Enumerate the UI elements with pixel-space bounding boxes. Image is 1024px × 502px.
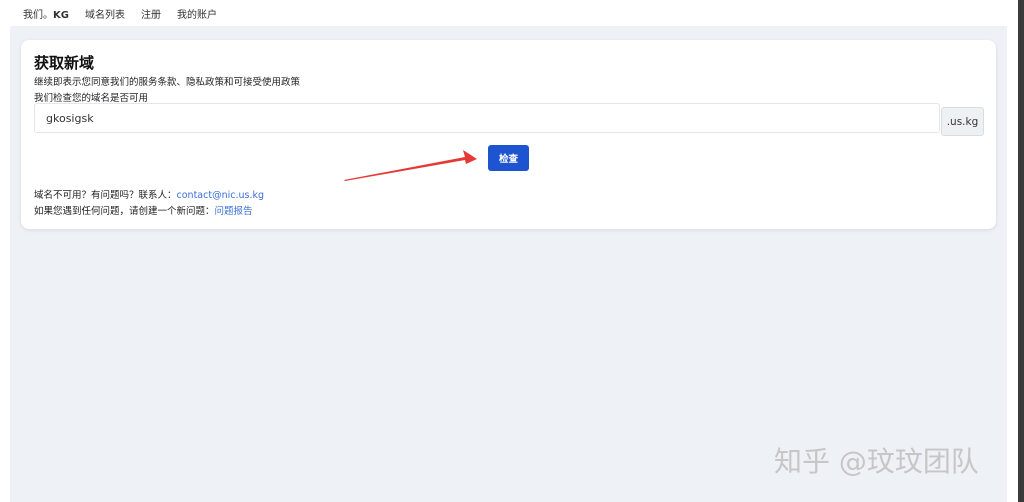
brand-text: 我们。 — [23, 9, 53, 21]
arrow-shape — [344, 150, 477, 181]
top-navbar: 我们。KG 域名列表 注册 我的账户 — [10, 0, 1007, 26]
issue-line: 如果您遇到任何问题，请创建一个新问题：问题报告 — [34, 203, 253, 217]
zhihu-watermark: 知乎 @玟玟团队 — [774, 445, 979, 478]
get-new-domain-card: 获取新域 继续即表示您同意我们的服务条款、隐私政策和可接受使用政策 我们检查您的… — [21, 40, 996, 229]
contact-line: 域名不可用？有问题吗？联系人：contact@nic.us.kg — [34, 187, 264, 201]
issue-report-link[interactable]: 问题报告 — [215, 206, 253, 217]
page-background: 我们。KG 域名列表 注册 我的账户 获取新域 继续即表示您同意我们的服务条款、… — [10, 0, 1007, 502]
right-margin-strip — [1007, 0, 1018, 502]
card-title: 获取新域 — [34, 54, 95, 72]
check-hint-text: 我们检查您的域名是否可用 — [34, 93, 149, 104]
terms-text: 继续即表示您同意我们的服务条款、隐私政策和可接受使用政策 — [34, 77, 301, 88]
issue-prefix-text: 如果您遇到任何问题，请创建一个新问题： — [34, 206, 215, 217]
domain-search-input[interactable] — [34, 103, 940, 133]
brand-bold-text: KG — [53, 9, 69, 21]
nav-register-link[interactable]: 注册 — [141, 6, 161, 21]
domain-suffix-label: .us.kg — [941, 107, 984, 136]
window-scrollbar[interactable] — [1018, 0, 1024, 502]
nav-domain-list-link[interactable]: 域名列表 — [85, 6, 125, 21]
nav-brand-link[interactable]: 我们。KG — [23, 6, 69, 21]
nav-my-account-link[interactable]: 我的账户 — [177, 6, 217, 21]
contact-email-link[interactable]: contact@nic.us.kg — [177, 190, 264, 201]
contact-prefix-text: 域名不可用？有问题吗？联系人： — [34, 190, 177, 201]
check-button[interactable]: 检查 — [488, 145, 529, 171]
